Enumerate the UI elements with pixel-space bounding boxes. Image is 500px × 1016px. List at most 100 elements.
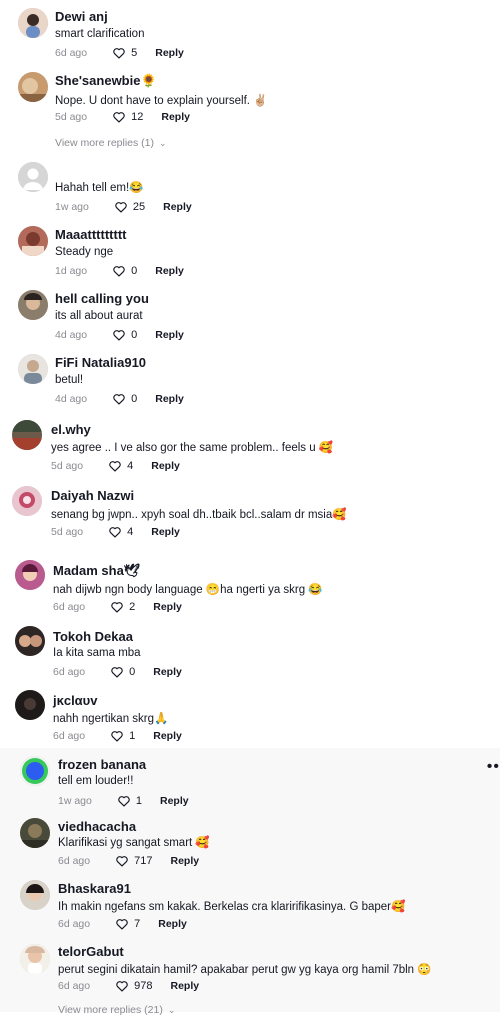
comment-meta: 6d ago 978 Reply xyxy=(58,978,199,994)
heart-outline-icon[interactable] xyxy=(112,264,126,278)
username[interactable]: jĸclαυv xyxy=(53,693,97,708)
like-count: 5 xyxy=(131,47,138,59)
heart-outline-icon[interactable] xyxy=(112,328,126,342)
like-count: 12 xyxy=(131,111,144,123)
reply-button[interactable]: Reply xyxy=(163,201,192,213)
reply-button[interactable]: Reply xyxy=(151,460,180,472)
avatar[interactable] xyxy=(18,290,48,320)
heart-outline-icon[interactable] xyxy=(108,459,122,473)
reply-button[interactable]: Reply xyxy=(160,795,189,807)
heart-outline-icon[interactable] xyxy=(115,917,129,931)
comment-text: yes agree .. I ve also gor the same prob… xyxy=(51,442,334,454)
comment-item: Hahah tell em!😂 1w ago 25 Reply xyxy=(0,154,500,218)
timestamp: 5d ago xyxy=(55,111,88,123)
heart-outline-icon[interactable] xyxy=(112,392,126,406)
timestamp: 5d ago xyxy=(51,526,84,538)
comment-meta: 1w ago 25 Reply xyxy=(55,199,192,215)
comment-text: Ia kita sama mba xyxy=(53,647,141,659)
avatar[interactable] xyxy=(18,72,48,102)
username[interactable]: telorGabut xyxy=(58,944,124,959)
heart-outline-icon[interactable] xyxy=(115,854,129,868)
like-count: 2 xyxy=(129,601,136,613)
avatar[interactable] xyxy=(15,560,45,590)
view-more-label: View more replies (1) xyxy=(55,137,155,149)
comment-text: perut segini dikatain hamil? apakabar pe… xyxy=(58,964,432,976)
username[interactable]: hell calling you xyxy=(55,291,149,306)
heart-outline-icon[interactable] xyxy=(117,794,131,808)
timestamp: 4d ago xyxy=(55,393,88,405)
avatar[interactable] xyxy=(20,756,50,786)
view-more-replies[interactable]: View more replies (21) ⌄ xyxy=(58,1004,175,1016)
comment-item: frozen banana tell em louder!! 1w ago 1 … xyxy=(0,748,500,812)
view-more-replies[interactable]: View more replies (1) ⌄ xyxy=(55,137,167,149)
avatar[interactable] xyxy=(15,626,45,656)
comment-meta: 6d ago 5 Reply xyxy=(55,45,184,61)
heart-outline-icon[interactable] xyxy=(114,200,128,214)
timestamp: 6d ago xyxy=(58,918,91,930)
username[interactable]: Tokoh Dekaa xyxy=(53,629,133,644)
reply-button[interactable]: Reply xyxy=(151,526,180,538)
comment-text: its all about aurat xyxy=(55,310,143,322)
like-count: 7 xyxy=(134,918,141,930)
timestamp: 6d ago xyxy=(58,980,91,992)
username[interactable]: Dewi anj xyxy=(55,9,108,24)
reply-button[interactable]: Reply xyxy=(153,730,182,742)
reply-button[interactable]: Reply xyxy=(153,666,182,678)
username[interactable]: She'sanewbie🌻 xyxy=(55,73,157,89)
timestamp: 1d ago xyxy=(55,265,88,277)
comment-text: smart clarification xyxy=(55,28,145,40)
heart-outline-icon[interactable] xyxy=(110,729,124,743)
reply-button[interactable]: Reply xyxy=(155,265,184,277)
comment-text: Hahah tell em!😂 xyxy=(55,182,144,194)
avatar[interactable] xyxy=(18,8,48,38)
avatar[interactable] xyxy=(18,162,48,192)
username[interactable]: Bhaskara91 xyxy=(58,881,131,896)
heart-outline-icon[interactable] xyxy=(112,110,126,124)
username[interactable]: FiFi Natalia910 xyxy=(55,355,146,370)
username[interactable]: Madam sha🕊 xyxy=(53,563,140,579)
username[interactable]: viedhacacha xyxy=(58,819,136,834)
avatar[interactable] xyxy=(15,690,45,720)
comment-item: Bhaskara91 Ih makin ngefans sm kakak. Be… xyxy=(0,874,500,938)
reply-button[interactable]: Reply xyxy=(153,601,182,613)
username[interactable]: Daiyah Nazwi xyxy=(51,488,134,503)
timestamp: 6d ago xyxy=(53,730,86,742)
avatar[interactable] xyxy=(12,420,42,450)
username[interactable]: frozen banana xyxy=(58,757,146,772)
comment-text: tell em louder!! xyxy=(58,775,134,787)
avatar[interactable] xyxy=(18,226,48,256)
comment-text: Klarifikasi yg sangat smart 🥰 xyxy=(58,837,210,849)
reply-button[interactable]: Reply xyxy=(161,111,190,123)
heart-outline-icon[interactable] xyxy=(110,665,124,679)
reply-button[interactable]: Reply xyxy=(170,855,199,867)
reply-button[interactable]: Reply xyxy=(155,47,184,59)
comment-meta: 5d ago 4 Reply xyxy=(51,524,180,540)
more-dots-icon[interactable]: •• xyxy=(487,758,500,776)
timestamp: 6d ago xyxy=(53,666,86,678)
reply-button[interactable]: Reply xyxy=(158,918,187,930)
avatar[interactable] xyxy=(20,944,50,974)
heart-outline-icon[interactable] xyxy=(110,600,124,614)
timestamp: 4d ago xyxy=(55,329,88,341)
heart-outline-icon[interactable] xyxy=(108,525,122,539)
comment-meta: 4d ago 0 Reply xyxy=(55,327,184,343)
comment-text: betul! xyxy=(55,374,84,386)
username[interactable]: Maaattttttttt xyxy=(55,227,126,242)
avatar[interactable] xyxy=(12,486,42,516)
comment-item: el.why yes agree .. I ve also gor the sa… xyxy=(0,414,500,480)
username[interactable]: el.why xyxy=(51,422,91,437)
view-more-label: View more replies (21) xyxy=(58,1004,163,1016)
avatar[interactable] xyxy=(18,354,48,384)
heart-outline-icon[interactable] xyxy=(112,46,126,60)
timestamp: 6d ago xyxy=(55,47,88,59)
comment-meta: 6d ago 2 Reply xyxy=(53,599,182,615)
reply-button[interactable]: Reply xyxy=(170,980,199,992)
reply-button[interactable]: Reply xyxy=(155,393,184,405)
heart-outline-icon[interactable] xyxy=(115,979,129,993)
avatar[interactable] xyxy=(20,880,50,910)
comment-text: Nope. U dont have to explain yourself. ✌… xyxy=(55,95,268,107)
comment-item: telorGabut perut segini dikatain hamil? … xyxy=(0,938,500,1016)
comment-meta: 1d ago 0 Reply xyxy=(55,263,184,279)
reply-button[interactable]: Reply xyxy=(155,329,184,341)
avatar[interactable] xyxy=(20,818,50,848)
